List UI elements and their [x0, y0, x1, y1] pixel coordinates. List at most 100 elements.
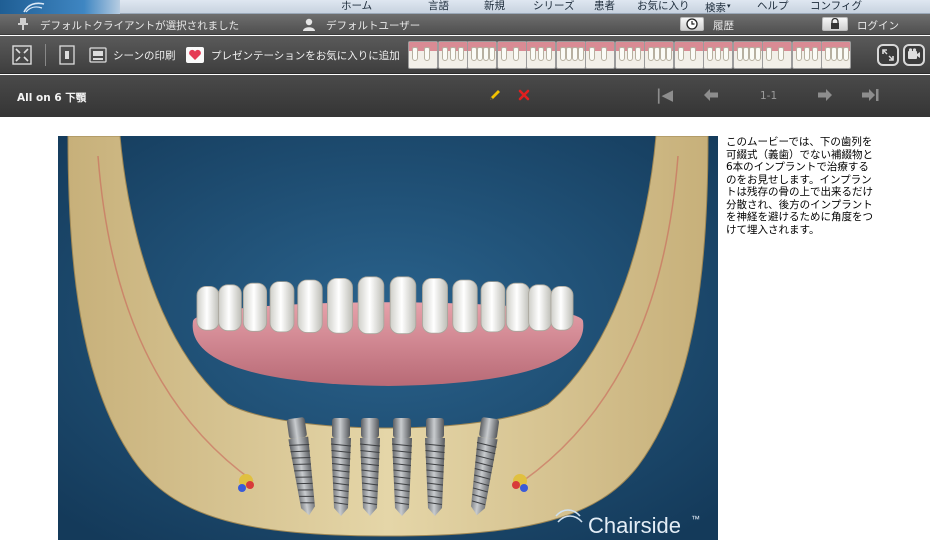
denture-tooth	[528, 284, 552, 332]
clock-icon	[686, 18, 698, 30]
thumbnail-tooth-icon	[795, 47, 802, 61]
menu-new[interactable]: 新規	[484, 0, 505, 14]
login-button[interactable]	[822, 17, 848, 31]
denture-tooth	[196, 285, 220, 331]
logo-icon	[23, 2, 45, 13]
thumbnail-tooth-icon	[742, 47, 749, 61]
scene-thumbnail[interactable]	[791, 41, 822, 69]
dental-scene[interactable]: Chairside ™	[58, 136, 718, 540]
denture-tooth	[269, 281, 295, 333]
lock-icon	[831, 17, 839, 29]
jaw-illustration: Chairside ™	[58, 136, 718, 540]
scene-thumbnail[interactable]	[644, 41, 674, 69]
thumbnail-tooth-icon	[449, 47, 456, 61]
dental-implant	[330, 418, 352, 516]
thumbnail-tooth-icon	[441, 47, 448, 61]
video-button[interactable]	[903, 44, 925, 66]
printer-icon[interactable]	[88, 45, 108, 65]
thumbnail-tooth-icon	[546, 47, 552, 61]
denture-tooth	[357, 276, 385, 335]
thumbnail-tooth-icon	[571, 47, 578, 61]
scene-thumbnail[interactable]	[762, 41, 792, 69]
scene-thumbnail[interactable]	[437, 41, 468, 69]
dental-implant	[359, 418, 381, 516]
menu-series[interactable]: シリーズ	[533, 0, 574, 14]
first-page-icon[interactable]: |◀	[656, 88, 673, 103]
thumbnail-tooth-icon	[424, 47, 430, 61]
thumbnail-tooth-icon	[811, 47, 818, 61]
scene-thumbnail[interactable]	[821, 41, 851, 69]
scene-thumbnail[interactable]	[585, 41, 615, 69]
toolbar: シーンの印刷 プレゼンテーションをお気に入りに追加	[0, 36, 930, 74]
scene-thumbnail[interactable]	[467, 41, 497, 69]
dental-implant	[424, 418, 446, 516]
chevron-down-icon: ▾	[727, 2, 731, 10]
app-logo	[0, 0, 120, 14]
thumbnail-tooth-icon	[565, 47, 572, 61]
thumbnail-tooth-icon	[736, 47, 743, 61]
scene-thumbnail[interactable]	[408, 41, 438, 69]
delete-x-icon[interactable]	[517, 88, 531, 102]
thumbnail-tooth-icon	[689, 47, 696, 61]
scene-thumbnail[interactable]	[703, 41, 733, 69]
fit-screen-icon[interactable]	[12, 45, 32, 65]
fullscreen-button[interactable]	[877, 44, 899, 66]
scene-thumbnail[interactable]	[732, 41, 763, 69]
thumbnail-tooth-icon	[538, 47, 544, 61]
pushpin-icon[interactable]	[18, 18, 28, 30]
status-bar: デフォルトクライアントが選択されました デフォルトユーザー 履歴 ログイン	[0, 14, 930, 35]
menu-home[interactable]: ホーム	[341, 0, 372, 14]
print-scene-label[interactable]: シーンの印刷	[113, 48, 175, 63]
menu-search[interactable]: 検索▾	[705, 0, 731, 14]
denture-tooth	[480, 281, 506, 333]
expand-icon	[882, 49, 894, 61]
menu-patient[interactable]: 患者	[594, 0, 615, 14]
video-camera-icon	[908, 48, 920, 59]
prev-arrow-icon[interactable]	[703, 88, 719, 102]
menu-favorites[interactable]: お気に入り	[637, 0, 690, 14]
thumbnail-tooth-icon	[843, 47, 849, 61]
app-window: ホーム 言語 新規 シリーズ 患者 お気に入り 検索▾ ヘルプ コンフィグ デフ…	[0, 0, 930, 540]
thumbnail-tooth-icon	[530, 47, 536, 61]
thumbnail-tooth-icon	[677, 47, 684, 61]
thumbnail-tooth-icon	[707, 47, 713, 61]
thumbnail-tooth-icon	[766, 47, 772, 61]
thumbnail-tooth-icon	[634, 47, 641, 61]
thumbnail-tooth-icon	[626, 47, 633, 61]
scene-thumbnail[interactable]	[673, 41, 704, 69]
thumbnail-tooth-icon	[754, 47, 761, 61]
scene-thumbnail[interactable]	[555, 41, 586, 69]
thumbnail-tooth-icon	[778, 47, 784, 61]
user-icon	[303, 18, 315, 31]
add-favorite-label[interactable]: プレゼンテーションをお気に入りに追加	[211, 48, 400, 63]
client-status: デフォルトクライアントが選択されました	[40, 20, 240, 32]
history-label[interactable]: 履歴	[713, 18, 734, 33]
thumbnail-tooth-icon	[589, 47, 595, 61]
thumbnail-tooth-icon	[803, 47, 810, 61]
denture-tooth	[389, 276, 417, 335]
tooth-info-icon[interactable]	[57, 45, 77, 65]
thumbnail-tooth-icon	[559, 47, 566, 61]
last-page-icon[interactable]	[862, 88, 880, 102]
menu-bar: ホーム 言語 新規 シリーズ 患者 お気に入り 検索▾ ヘルプ コンフィグ	[0, 0, 930, 14]
history-button[interactable]	[680, 17, 704, 31]
heart-favorite-icon[interactable]	[185, 45, 205, 65]
menu-help[interactable]: ヘルプ	[757, 0, 789, 14]
denture-tooth	[242, 282, 268, 332]
thumbnail-tooth-icon	[489, 47, 495, 61]
menu-config[interactable]: コンフィグ	[810, 0, 862, 14]
next-arrow-icon[interactable]	[817, 88, 833, 102]
thumbnail-tooth-icon	[666, 47, 672, 61]
scene-thumbnail[interactable]	[496, 41, 527, 69]
scene-thumbnail[interactable]	[614, 41, 645, 69]
scene-description: このムービーでは、下の歯列を可綴式（義歯）でない補綴物と6本のインプラントで治療…	[726, 136, 873, 236]
denture-tooth	[218, 284, 242, 332]
pencil-edit-icon[interactable]	[488, 88, 502, 102]
presentation-nav-bar: All on 6 下顎 |◀ 1-1	[0, 75, 930, 117]
login-label[interactable]: ログイン	[857, 18, 899, 33]
menu-language[interactable]: 言語	[428, 0, 449, 14]
scene-thumbnail[interactable]	[526, 41, 556, 69]
denture-tooth	[550, 285, 574, 331]
thumbnail-tooth-icon	[601, 47, 607, 61]
watermark-text: Chairside	[588, 513, 681, 538]
